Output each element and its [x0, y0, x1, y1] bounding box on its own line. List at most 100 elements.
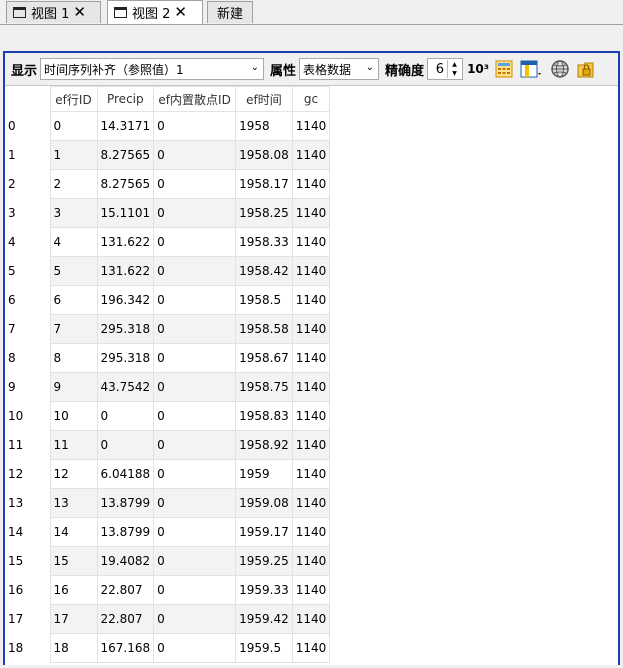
- table-cell[interactable]: 1140: [291, 633, 331, 663]
- table-cell[interactable]: 0: [153, 314, 237, 344]
- table-row[interactable]: 5 5 131.622 0 1958.42 1140: [5, 256, 331, 286]
- table-cell[interactable]: 1959.33: [235, 575, 293, 605]
- tab-new[interactable]: 新建: [207, 1, 253, 23]
- table-cell[interactable]: 1140: [291, 401, 331, 431]
- table-row[interactable]: 14 14 13.8799 0 1959.17 1140: [5, 517, 331, 547]
- table-cell[interactable]: 14: [49, 517, 98, 547]
- scientific-notation-button[interactable]: 10³: [467, 58, 489, 80]
- table-cell[interactable]: 0: [153, 517, 237, 547]
- table-cell[interactable]: 1959.42: [235, 604, 293, 634]
- table-cell[interactable]: 1140: [291, 488, 331, 518]
- table-cell[interactable]: 196.342: [96, 285, 155, 315]
- table-cell[interactable]: 0: [153, 285, 237, 315]
- table-cell[interactable]: 1140: [291, 517, 331, 547]
- table-cell[interactable]: 1140: [291, 256, 331, 286]
- table-cell[interactable]: 2: [49, 169, 98, 199]
- table-cell[interactable]: 1140: [291, 198, 331, 228]
- table-cell[interactable]: 1959.5: [235, 633, 293, 663]
- table-cell[interactable]: 1958.5: [235, 285, 293, 315]
- table-cell[interactable]: 0: [153, 488, 237, 518]
- table-cell[interactable]: 1958.92: [235, 430, 293, 460]
- column-header[interactable]: ef时间: [235, 86, 293, 112]
- table-cell[interactable]: 0: [153, 198, 237, 228]
- table-cell[interactable]: 1140: [291, 430, 331, 460]
- table-cell[interactable]: 295.318: [96, 343, 155, 373]
- table-row[interactable]: 10 10 0 0 1958.83 1140: [5, 401, 331, 431]
- table-cell[interactable]: 1140: [291, 111, 331, 141]
- table-cell[interactable]: 8: [49, 343, 98, 373]
- table-row[interactable]: 6 6 196.342 0 1958.5 1140: [5, 285, 331, 315]
- table-cell[interactable]: 13.8799: [96, 488, 155, 518]
- table-cell[interactable]: 1958.08: [235, 140, 293, 170]
- table-row[interactable]: 2 2 8.27565 0 1958.17 1140: [5, 169, 331, 199]
- table-row[interactable]: 4 4 131.622 0 1958.33 1140: [5, 227, 331, 257]
- table-cell[interactable]: 1140: [291, 575, 331, 605]
- table-cell[interactable]: 1140: [291, 372, 331, 402]
- table-cell[interactable]: 1140: [291, 285, 331, 315]
- table-cell[interactable]: 1958.67: [235, 343, 293, 373]
- table-cell[interactable]: 1140: [291, 604, 331, 634]
- table-cell[interactable]: 1958: [235, 111, 293, 141]
- table-cell[interactable]: 0: [153, 546, 237, 576]
- calculator-button[interactable]: [493, 58, 515, 80]
- chevron-up-icon[interactable]: ▲: [452, 61, 457, 68]
- table-row[interactable]: 16 16 22.807 0 1959.33 1140: [5, 575, 331, 605]
- column-header[interactable]: gc: [291, 86, 331, 112]
- table-cell[interactable]: 13.8799: [96, 517, 155, 547]
- table-row[interactable]: 0 0 14.3171 0 1958 1140: [5, 111, 331, 141]
- table-cell[interactable]: 14.3171: [96, 111, 155, 141]
- table-cell[interactable]: 0: [96, 430, 155, 460]
- table-cell[interactable]: 1958.17: [235, 169, 293, 199]
- display-select[interactable]: 时间序列补齐（参照值）1 ⌄: [40, 58, 265, 80]
- table-cell[interactable]: 0: [153, 401, 237, 431]
- table-cell[interactable]: 0: [153, 633, 237, 663]
- table-cell[interactable]: 0: [153, 169, 237, 199]
- table-row[interactable]: 18 18 167.168 0 1959.5 1140: [5, 633, 331, 663]
- table-cell[interactable]: 0: [153, 343, 237, 373]
- table-cell[interactable]: 0: [49, 111, 98, 141]
- table-cell[interactable]: 1958.83: [235, 401, 293, 431]
- table-cell[interactable]: 1140: [291, 546, 331, 576]
- table-cell[interactable]: 43.7542: [96, 372, 155, 402]
- table-cell[interactable]: 1140: [291, 169, 331, 199]
- table-cell[interactable]: 8.27565: [96, 169, 155, 199]
- table-cell[interactable]: 16: [49, 575, 98, 605]
- table-row[interactable]: 8 8 295.318 0 1958.67 1140: [5, 343, 331, 373]
- table-cell[interactable]: 5: [49, 256, 98, 286]
- chevron-down-icon[interactable]: ▼: [452, 70, 457, 77]
- column-chooser-button[interactable]: [519, 58, 545, 80]
- table-cell[interactable]: 0: [153, 459, 237, 489]
- table-cell[interactable]: 17: [49, 604, 98, 634]
- table-cell[interactable]: 1140: [291, 343, 331, 373]
- table-cell[interactable]: 6: [49, 285, 98, 315]
- table-row[interactable]: 13 13 13.8799 0 1959.08 1140: [5, 488, 331, 518]
- table-cell[interactable]: 1959.25: [235, 546, 293, 576]
- table-cell[interactable]: 10: [49, 401, 98, 431]
- table-row[interactable]: 9 9 43.7542 0 1958.75 1140: [5, 372, 331, 402]
- table-cell[interactable]: 0: [153, 140, 237, 170]
- table-cell[interactable]: 1959.08: [235, 488, 293, 518]
- table-cell[interactable]: 131.622: [96, 256, 155, 286]
- table-cell[interactable]: 11: [49, 430, 98, 460]
- table-cell[interactable]: 0: [153, 575, 237, 605]
- table-cell[interactable]: 1: [49, 140, 98, 170]
- table-cell[interactable]: 0: [153, 256, 237, 286]
- table-cell[interactable]: 22.807: [96, 604, 155, 634]
- table-row[interactable]: 17 17 22.807 0 1959.42 1140: [5, 604, 331, 634]
- table-cell[interactable]: 1140: [291, 459, 331, 489]
- close-icon[interactable]: ✕: [73, 5, 86, 20]
- table-cell[interactable]: 1140: [291, 227, 331, 257]
- close-icon[interactable]: ✕: [174, 5, 187, 20]
- column-header[interactable]: ef内置散点ID: [153, 86, 237, 112]
- table-cell[interactable]: 167.168: [96, 633, 155, 663]
- table-cell[interactable]: 1958.33: [235, 227, 293, 257]
- column-header[interactable]: ef行ID: [49, 86, 98, 112]
- table-cell[interactable]: 12: [49, 459, 98, 489]
- table-cell[interactable]: 15.1101: [96, 198, 155, 228]
- data-grid[interactable]: ef行ID Precip ef内置散点ID ef时间 gc 0 0 14.3171 0…: [5, 86, 618, 665]
- table-cell[interactable]: 131.622: [96, 227, 155, 257]
- tab-view-2[interactable]: 视图 2 ✕: [107, 0, 203, 24]
- table-cell[interactable]: 0: [96, 401, 155, 431]
- table-cell[interactable]: 0: [153, 111, 237, 141]
- table-cell[interactable]: 19.4082: [96, 546, 155, 576]
